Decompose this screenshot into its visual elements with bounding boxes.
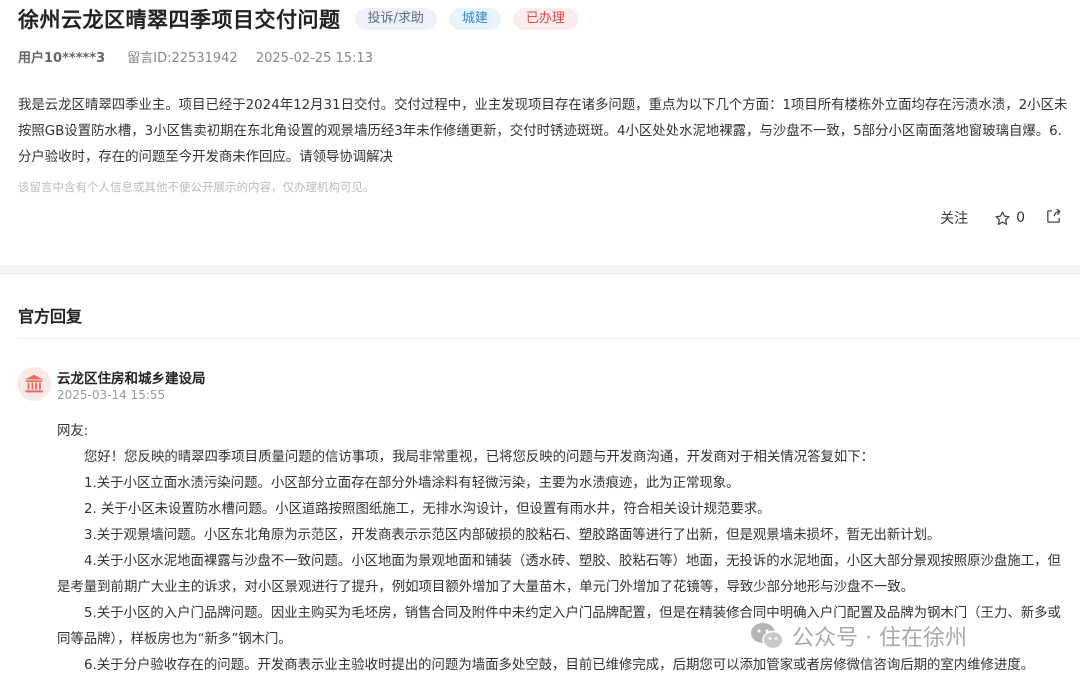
reply-datetime: 2025-03-14 15:55 <box>57 388 166 402</box>
share-button[interactable] <box>1045 208 1062 229</box>
title-row: 徐州云龙区晴翠四季项目交付问题 投诉/求助 城建 已办理 <box>18 4 578 34</box>
reply-paragraph: 4.关于小区水泥地面裸露与沙盘不一致问题。小区地面为景观地面和铺装（透水砖、塑胶… <box>57 554 1061 595</box>
like-button[interactable]: 0 <box>994 210 1025 227</box>
post-panel: 徐州云龙区晴翠四季项目交付问题 投诉/求助 城建 已办理 用户10*****3 … <box>0 0 1080 265</box>
share-icon <box>1047 208 1061 223</box>
tag-category[interactable]: 投诉/求助 <box>354 8 437 30</box>
department-avatar <box>17 367 51 401</box>
privacy-note: 该留言中含有个人信息或其他不便公开展示的内容，仅办理机构可见。 <box>18 180 375 194</box>
page-title: 徐州云龙区晴翠四季项目交付问题 <box>18 8 341 32</box>
government-building-icon <box>24 374 44 393</box>
reply-paragraph: 6.关于分户验收存在的问题。开发商表示业主验收时提出的问题为墙面多处空鼓，目前已… <box>84 658 1035 673</box>
post-content: 我是云龙区晴翠四季业主。项目已经于2024年12月31日交付。交付过程中，业主发… <box>18 98 1068 165</box>
reply-section-title: 官方回复 <box>18 307 83 326</box>
reply-paragraph: 3.关于观景墙问题。小区东北角原为示范区，开发商表示示范区内部破损的胶粘石、塑胶… <box>84 528 941 543</box>
like-count: 0 <box>1016 210 1025 226</box>
message-id: 留言ID:22531942 <box>127 51 238 66</box>
user-name: 用户10*****3 <box>18 51 106 66</box>
status-badge: 已办理 <box>512 8 578 30</box>
star-icon <box>995 210 1010 225</box>
section-divider <box>0 265 1080 275</box>
post-meta: 用户10*****3 留言ID:22531942 2025-02-25 15:1… <box>18 47 373 66</box>
post-datetime: 2025-02-25 15:13 <box>255 51 373 66</box>
watermark-text: 公众号 · 住在徐州 <box>792 626 967 651</box>
tag-domain[interactable]: 城建 <box>448 8 501 30</box>
post-actions: 关注 0 <box>940 206 1062 230</box>
reply-paragraph: 2. 关于小区未设置防水槽问题。小区道路按照图纸施工，无排水沟设计，但设置有雨水… <box>84 502 771 517</box>
watermark: 公众号 · 住在徐州 <box>750 620 967 652</box>
follow-button[interactable]: 关注 <box>940 208 968 228</box>
department-name: 云龙区住房和城乡建设局 <box>57 371 206 387</box>
wechat-icon <box>751 623 784 650</box>
divider-line <box>18 338 1080 339</box>
reply-greeting: 网友: <box>57 424 89 439</box>
reply-paragraph: 您好！您反映的晴翠四季项目质量问题的信访事项，我局非常重视，已将您反映的问题与开… <box>84 450 875 465</box>
reply-paragraph: 1.关于小区立面水渍污染问题。小区部分立面存在部分外墙涂料有轻微污染，主要为水渍… <box>84 476 740 491</box>
